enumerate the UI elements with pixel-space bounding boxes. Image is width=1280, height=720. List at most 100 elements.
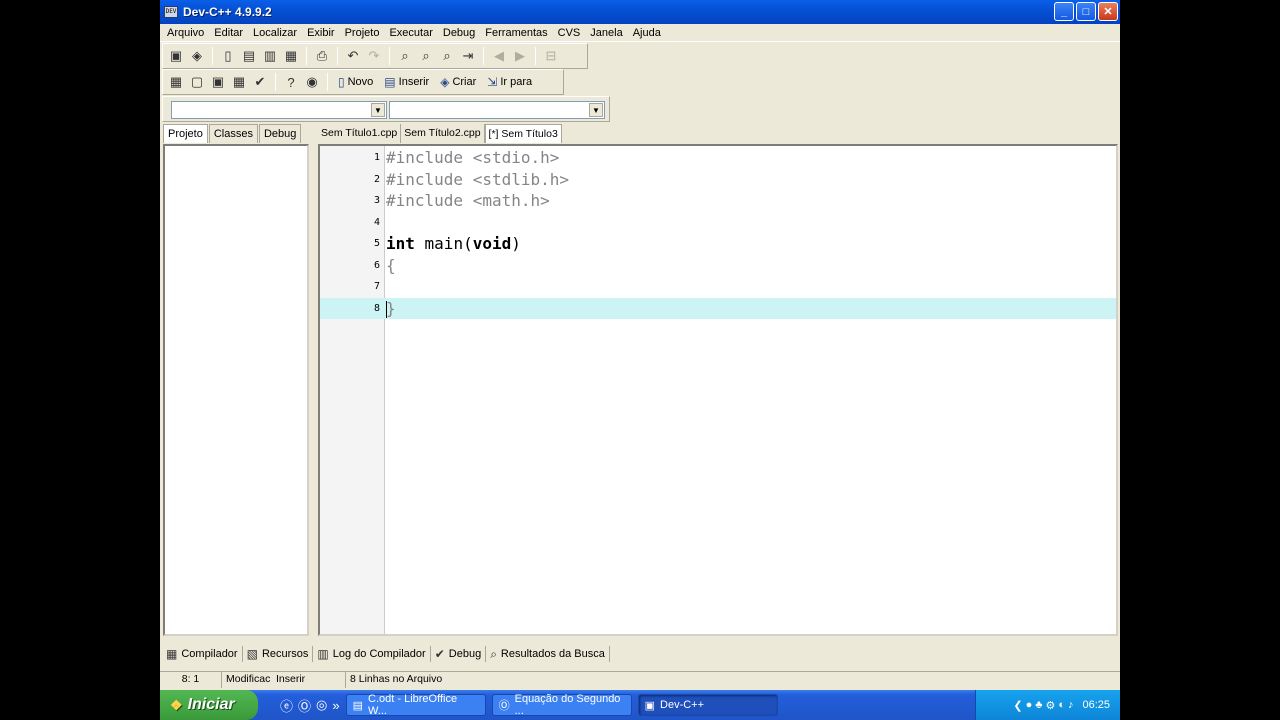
line-number: 7 [373, 281, 380, 293]
code-line[interactable]: 7 [320, 276, 1116, 298]
create-label: Criar [452, 76, 477, 88]
menu-ferramentas[interactable]: Ferramentas [480, 25, 552, 41]
chevron-down-icon[interactable]: ▼ [589, 103, 603, 117]
tray-update-icon[interactable]: ⚙ [1045, 699, 1055, 712]
line-number: 4 [373, 216, 380, 228]
tray-network-icon[interactable]: ♣ [1035, 699, 1042, 711]
clear-icon[interactable]: ◈ [188, 47, 206, 65]
task-libreoffice[interactable]: ▤ C.odt - LibreOffice W... [345, 693, 486, 717]
menu-cvs[interactable]: CVS [553, 25, 586, 41]
save-icon[interactable]: ▤ [240, 47, 258, 65]
menu-localizar[interactable]: Localizar [248, 25, 302, 41]
devcpp-app-icon[interactable]: DEV [164, 6, 178, 18]
undo-icon[interactable]: ↶ [344, 47, 362, 65]
menu-projeto[interactable]: Projeto [340, 25, 385, 41]
run-icon[interactable]: ▢ [188, 73, 206, 91]
chevron-right-icon[interactable]: » [332, 698, 339, 713]
taskbar: ❖ Iniciar ⓔ Ⓞ ◎ » ▤ C.odt - LibreOffice W.… [160, 690, 1120, 720]
task-opera[interactable]: Ⓞ Equação do Segundo ... [491, 693, 632, 717]
maximize-button[interactable]: □ [1076, 2, 1096, 21]
code-line[interactable]: 2 #include <stdlib.h> [320, 169, 1116, 191]
replace-icon[interactable]: ⌕ [417, 47, 435, 65]
code-line[interactable]: 1 #include <stdio.h> [320, 147, 1116, 169]
code-line[interactable]: 6{ [320, 255, 1116, 277]
check-icon[interactable]: ✔ [251, 73, 269, 91]
new-file-icon[interactable]: ▯ [219, 47, 237, 65]
close-button[interactable]: ✕ [1098, 2, 1118, 21]
help-icon[interactable]: ? [282, 73, 300, 91]
close-file-icon[interactable]: ▦ [282, 47, 300, 65]
tab-file-3[interactable]: [*] Sem Título3 [484, 124, 562, 143]
menu-ajuda[interactable]: Ajuda [628, 25, 666, 41]
code-line[interactable]: 5 int main(void) [320, 233, 1116, 255]
menu-arquivo[interactable]: Arquivo [162, 25, 209, 41]
task-devcpp[interactable]: ▣ Dev-C++ [637, 694, 778, 716]
rebuild-icon[interactable]: ▦ [230, 73, 248, 91]
code-fragment: ) [511, 234, 521, 254]
start-button[interactable]: ❖ Iniciar [160, 690, 258, 720]
tab-compilador[interactable]: ▦ Compilador [162, 646, 243, 662]
line-number: 5 [373, 238, 380, 250]
redo-icon[interactable]: ↷ [365, 47, 383, 65]
menu-exibir[interactable]: Exibir [302, 25, 340, 41]
tab-file-1[interactable]: Sem Título1.cpp [318, 124, 402, 143]
title-bar[interactable]: DEV Dev-C++ 4.9.9.2 _ □ ✕ [160, 0, 1120, 24]
back-icon[interactable]: ◀ [490, 47, 508, 65]
menu-executar[interactable]: Executar [384, 25, 437, 41]
minimize-button[interactable]: _ [1054, 2, 1074, 21]
browser-icon[interactable]: ◎ [316, 697, 327, 713]
code-line[interactable]: 3 #include <math.h> [320, 190, 1116, 212]
menu-bar: Arquivo Editar Localizar Exibir Projeto … [160, 24, 1120, 42]
code-line-current[interactable]: 8} [320, 297, 1116, 319]
tab-label: Recursos [261, 648, 309, 660]
separator [275, 73, 276, 91]
code-line[interactable]: 4 [320, 212, 1116, 234]
tray-app-icon[interactable]: ● [1026, 699, 1033, 711]
task-label: Equação do Segundo ... [514, 693, 621, 717]
tab-recursos[interactable]: ▧ Recursos [243, 646, 314, 662]
tray-expand-icon[interactable]: ❮ [1013, 699, 1022, 712]
clock[interactable]: 06:25 [1082, 699, 1110, 711]
cursor-position: 8: 1 [160, 672, 222, 688]
separator [306, 47, 307, 65]
member-combo[interactable]: ▼ [389, 101, 605, 119]
tab-resultados-busca[interactable]: ⌕ Resultados da Busca [486, 646, 610, 662]
project-panel[interactable] [163, 144, 309, 636]
find-icon[interactable]: ⌕ [396, 47, 414, 65]
menu-editar[interactable]: Editar [209, 25, 248, 41]
tray-security-icon[interactable]: ◐ [1058, 699, 1065, 711]
tab-debug-output[interactable]: ✔ Debug [431, 646, 487, 662]
tab-debug[interactable]: Debug [258, 124, 302, 143]
find-next-icon[interactable]: ⌕ [438, 47, 456, 65]
save-all-icon[interactable]: ▥ [261, 47, 279, 65]
forward-icon[interactable]: ▶ [511, 47, 529, 65]
about-icon[interactable]: ◉ [303, 73, 321, 91]
tab-file-2[interactable]: Sem Título2.cpp [401, 124, 485, 143]
class-browser-bar: ▼ ▼ [162, 96, 610, 122]
compile-run-icon[interactable]: ▣ [209, 73, 227, 91]
goto-line-icon[interactable]: ⇥ [459, 47, 477, 65]
tab-classes[interactable]: Classes [208, 124, 258, 143]
menu-janela[interactable]: Janela [585, 25, 627, 41]
class-combo[interactable]: ▼ [171, 101, 387, 119]
goto-button[interactable]: ⇲ Ir para [483, 75, 536, 89]
print-icon[interactable]: ⎙ [313, 47, 331, 65]
tab-log-compilador[interactable]: ▥ Log do Compilador [313, 646, 431, 662]
ie-icon[interactable]: ⓔ [280, 696, 293, 715]
compile-icon[interactable]: ▦ [167, 73, 185, 91]
tab-projeto[interactable]: Projeto [163, 124, 208, 143]
line-count: 8 Linhas no Arquivo [350, 673, 443, 685]
opera-icon[interactable]: Ⓞ [298, 696, 311, 715]
open-project-icon[interactable]: ▣ [167, 47, 185, 65]
volume-icon[interactable]: ♪ [1068, 699, 1074, 711]
code-text: #include <math.h> [386, 191, 550, 211]
remove-icon[interactable]: ⊟ [542, 47, 560, 65]
code-editor[interactable]: 1 #include <stdio.h> 2 #include <stdlib.h>… [318, 144, 1118, 636]
create-bookmark-button[interactable]: ◈ Criar [436, 75, 480, 89]
insert-button[interactable]: ▤ Inserir [380, 75, 433, 89]
resources-icon: ▧ [246, 647, 258, 661]
menu-debug[interactable]: Debug [438, 25, 480, 41]
new-class-button[interactable]: ▯ Novo [334, 75, 377, 89]
chevron-down-icon[interactable]: ▼ [371, 103, 385, 117]
editor-tabs: Sem Título1.cpp Sem Título2.cpp [*] Sem … [318, 124, 562, 143]
